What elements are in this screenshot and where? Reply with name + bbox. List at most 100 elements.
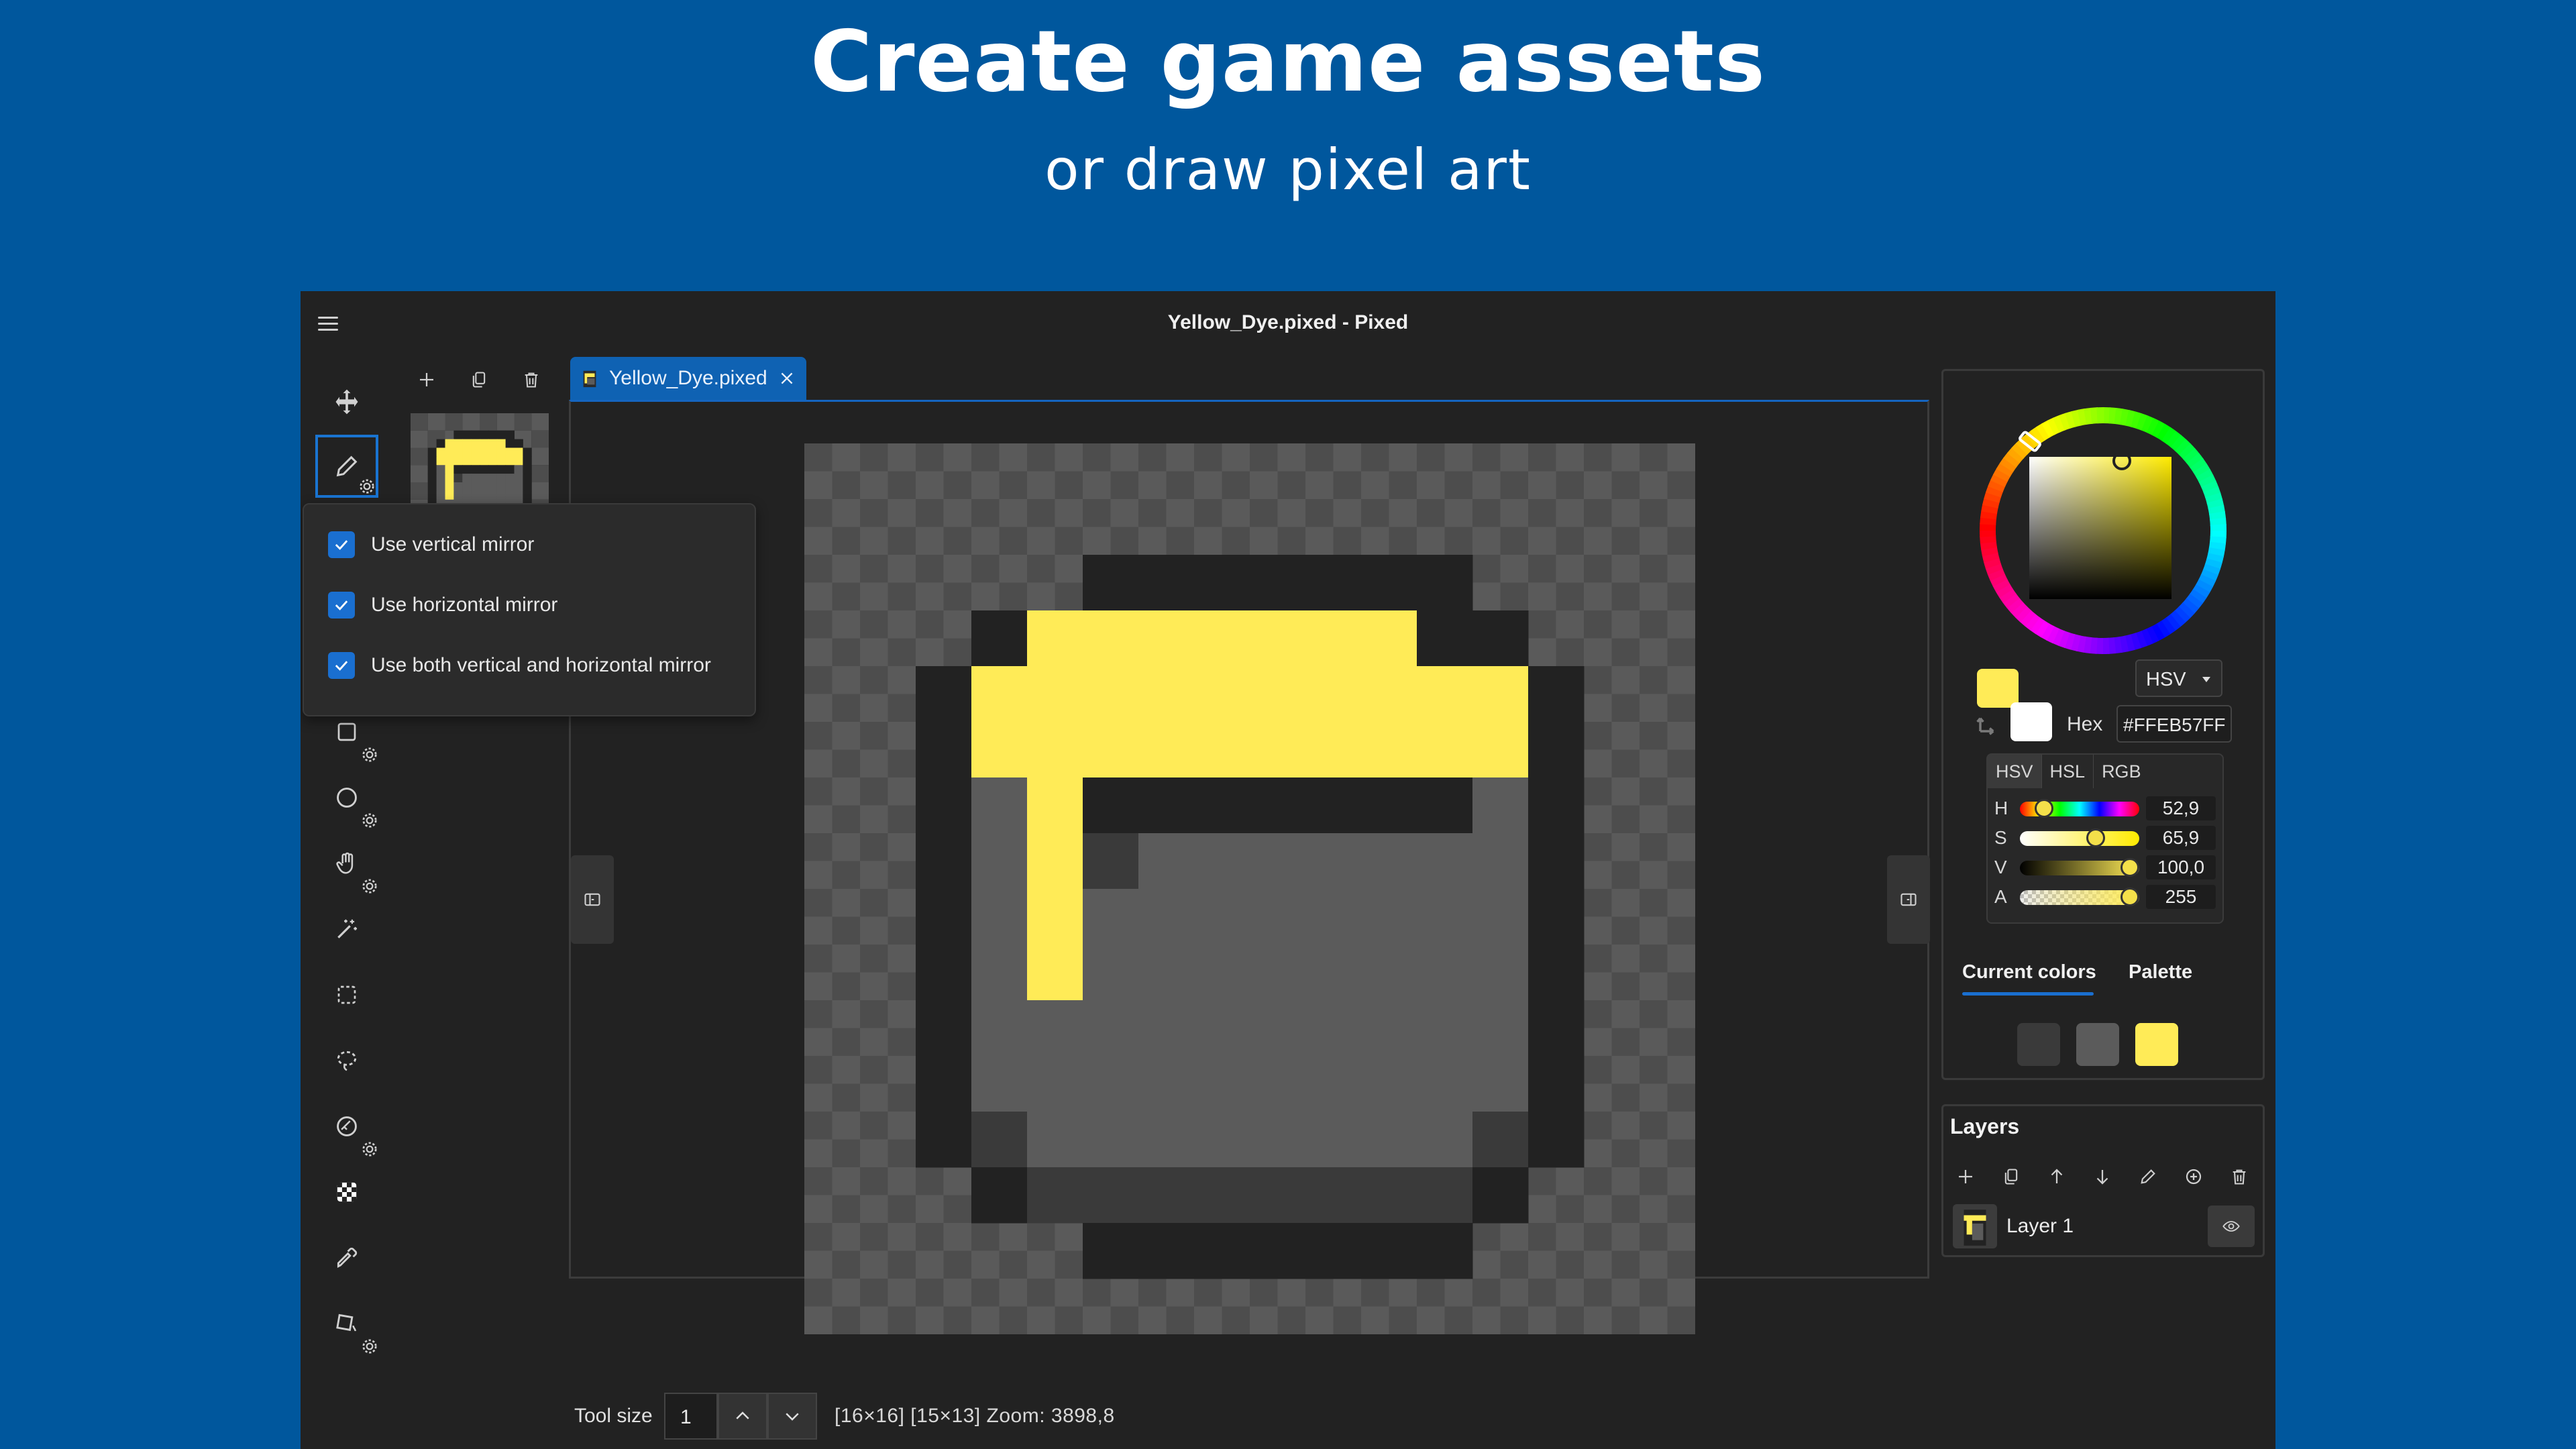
- tool-size-decrease-button[interactable]: [767, 1393, 817, 1440]
- fill-tool-button[interactable]: [315, 1292, 378, 1355]
- tab-palette[interactable]: Palette: [2129, 961, 2192, 983]
- sprite-pixel: [1361, 1167, 1417, 1224]
- current-color-swatch[interactable]: [2135, 1023, 2178, 1066]
- sprite-pixel: [445, 439, 454, 448]
- current-color-swatch[interactable]: [1958, 1023, 2001, 1066]
- tab-current-colors[interactable]: Current colors: [1962, 961, 2096, 983]
- current-color-swatch[interactable]: [2017, 1023, 2060, 1066]
- rename-layer-button[interactable]: [2133, 1161, 2163, 1192]
- secondary-color-swatch[interactable]: [2010, 702, 2052, 741]
- sprite-pixel: [1083, 1167, 1139, 1224]
- move-layer-down-button[interactable]: [2087, 1161, 2118, 1192]
- sprite-pixel: [1250, 1056, 1306, 1112]
- lasso-select-tool-button[interactable]: [315, 1029, 378, 1092]
- move-tool-button[interactable]: [315, 370, 378, 433]
- current-color-swatch[interactable]: [2076, 1023, 2119, 1066]
- hue-slider-row: H 52,9: [1994, 796, 2220, 820]
- sprite-canvas[interactable]: [804, 443, 1695, 1334]
- frame-thumbnail[interactable]: [411, 413, 549, 507]
- both-mirror-option[interactable]: Use both vertical and horizontal mirror: [328, 649, 711, 682]
- move-layer-up-button[interactable]: [2041, 1161, 2072, 1192]
- rect-select-tool-button[interactable]: [315, 963, 378, 1026]
- sprite-pixel: [1361, 1056, 1417, 1112]
- hue-value[interactable]: 52,9: [2146, 796, 2216, 820]
- sprite-pixel: [1528, 666, 1585, 722]
- alpha-value[interactable]: 255: [2146, 885, 2216, 909]
- sprite-pixel: [488, 439, 498, 448]
- saturation-value[interactable]: 65,9: [2146, 826, 2216, 850]
- color-mode-select[interactable]: HSV: [2135, 659, 2222, 697]
- both-mirror-checkbox[interactable]: [328, 652, 355, 679]
- swap-colors-icon[interactable]: [1976, 708, 2004, 736]
- sprite-pixel: [1417, 1223, 1473, 1279]
- value-slider-knob[interactable]: [2121, 858, 2139, 877]
- sprite-pixel: [1305, 666, 1362, 722]
- sprite-pixel: [1027, 1056, 1083, 1112]
- sprite-pixel: [1083, 945, 1139, 1001]
- duplicate-frame-button[interactable]: [464, 365, 494, 394]
- value-value[interactable]: 100,0: [2146, 855, 2216, 879]
- vertical-mirror-option[interactable]: Use vertical mirror: [328, 529, 534, 561]
- add-layer-button[interactable]: [1950, 1161, 1981, 1192]
- hue-slider-knob[interactable]: [2035, 799, 2054, 818]
- sprite-pixel: [523, 474, 532, 483]
- alpha-slider-knob[interactable]: [2121, 888, 2139, 906]
- tool-size-input[interactable]: 1: [664, 1393, 718, 1440]
- sprite-pixel: [1194, 1112, 1250, 1168]
- value-label: V: [1994, 857, 2007, 877]
- sprite-pixel: [453, 439, 463, 448]
- saturation-slider-knob[interactable]: [2086, 828, 2105, 847]
- hand-tool-button[interactable]: [315, 832, 378, 895]
- tool-size-increase-button[interactable]: [718, 1393, 767, 1440]
- arrow-down-icon: [2096, 1170, 2108, 1185]
- vertical-mirror-checkbox[interactable]: [328, 531, 355, 558]
- sprite-pixel: [505, 439, 515, 448]
- sprite-pixel: [488, 447, 498, 457]
- duplicate-layer-button[interactable]: [1996, 1161, 2027, 1192]
- delete-layer-button[interactable]: [2224, 1161, 2255, 1192]
- delete-frame-button[interactable]: [517, 365, 546, 394]
- close-icon[interactable]: [778, 370, 796, 387]
- collapse-left-panel-button[interactable]: [571, 855, 614, 944]
- sprite-pixel: [1194, 1000, 1250, 1057]
- tab-hsl[interactable]: HSL: [2042, 755, 2094, 788]
- sprite-pixel: [1194, 777, 1250, 834]
- horizontal-mirror-option[interactable]: Use horizontal mirror: [328, 589, 557, 621]
- primary-color-swatch[interactable]: [1977, 669, 2019, 708]
- checker-tool-button[interactable]: [315, 1161, 378, 1224]
- ellipse-tool-button[interactable]: [315, 766, 378, 829]
- eraser-tool-button[interactable]: [315, 1095, 378, 1158]
- layer-row[interactable]: Layer 1: [1949, 1201, 2257, 1251]
- saturation-slider[interactable]: [2020, 831, 2139, 846]
- sprite-pixel: [436, 447, 445, 457]
- sprite-pixel: [1305, 833, 1362, 890]
- color-wheel[interactable]: [1976, 403, 2231, 658]
- sprite-pixel: [1472, 1167, 1529, 1224]
- hand-icon: [336, 852, 354, 874]
- tab-yellow-dye[interactable]: Yellow_Dye.pixed: [570, 357, 806, 400]
- sprite-pixel: [1194, 666, 1250, 722]
- eyedropper-tool-button[interactable]: [315, 1226, 378, 1289]
- sprite-pixel: [496, 430, 506, 440]
- sprite-pixel: [1250, 1112, 1306, 1168]
- add-frame-button[interactable]: [412, 365, 441, 394]
- collapse-right-panel-button[interactable]: [1887, 855, 1930, 944]
- sprite-pixel: [462, 439, 472, 448]
- sprite-pixel: [427, 490, 437, 500]
- merge-icon: [2186, 1169, 2202, 1185]
- magic-wand-icon: [337, 919, 358, 938]
- horizontal-mirror-checkbox[interactable]: [328, 592, 355, 619]
- caret-down-icon: [2202, 677, 2210, 682]
- tab-hsv[interactable]: HSV: [1988, 755, 2042, 788]
- sprite-pixel: [1250, 555, 1306, 611]
- drawing-canvas-area[interactable]: [569, 400, 1930, 1334]
- sprite-pixel: [1305, 945, 1362, 1001]
- checkerboard-icon: [337, 1182, 357, 1202]
- magic-wand-tool-button[interactable]: [315, 898, 378, 961]
- layer-visibility-toggle[interactable]: [2208, 1205, 2255, 1247]
- pencil-tool-button[interactable]: [315, 435, 378, 498]
- hex-input[interactable]: #FFEB57FF: [2116, 705, 2232, 743]
- sprite-pixel: [1138, 722, 1195, 778]
- merge-layer-button[interactable]: [2178, 1161, 2209, 1192]
- tab-rgb[interactable]: RGB: [2094, 755, 2149, 788]
